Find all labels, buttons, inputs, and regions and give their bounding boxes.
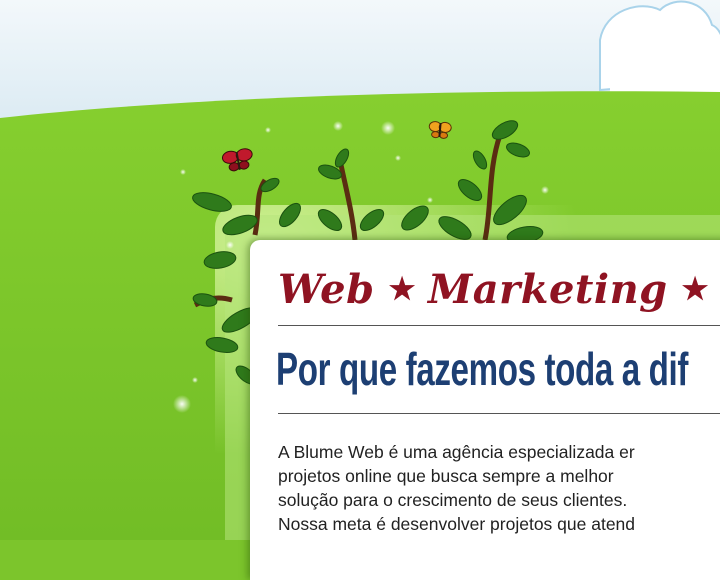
divider [278,413,720,414]
tagline-word-web: Web [278,266,375,313]
star-icon: ★ [681,272,710,307]
paragraph-line: Nossa meta é desenvolver projetos que at… [278,514,636,534]
paragraph-line: solução para o crescimento de seus clien… [278,490,628,510]
content-card: Web ★ Marketing ★ Por que fazemos toda a di… [250,240,720,580]
paragraph-line: A Blume Web é uma agência especializada … [278,442,635,462]
paragraph-line: projetos online que busca sempre a melho… [278,466,614,486]
tagline-word-marketing: Marketing [427,266,668,313]
divider [278,325,720,326]
intro-paragraph: A Blume Web é uma agência especializada … [278,440,720,536]
page-title: Por que fazemos toda a dif [276,343,689,395]
star-icon: ★ [388,272,416,307]
tagline: Web ★ Marketing ★ [278,262,720,318]
